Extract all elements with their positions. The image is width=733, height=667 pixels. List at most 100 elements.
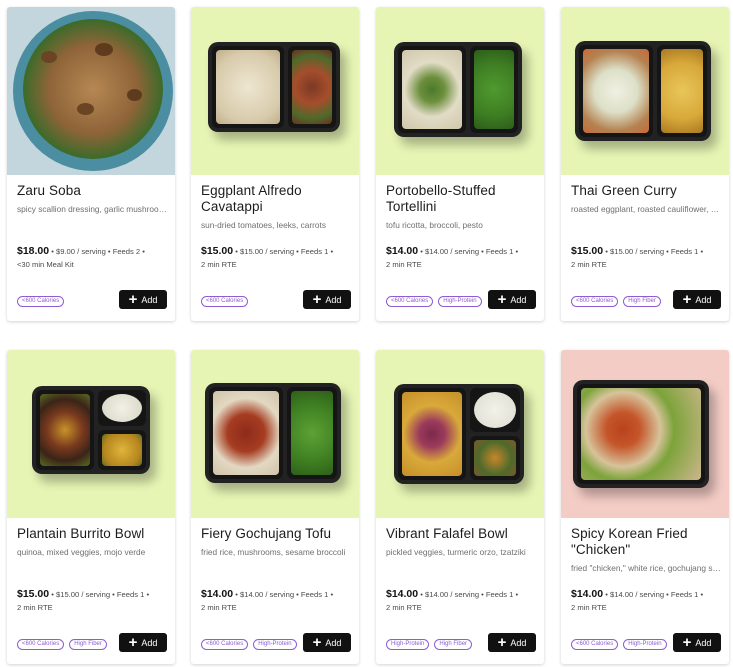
serving-info: • $14.00 / serving • Feeds 1 •: [233, 590, 334, 599]
tag-list: <600 Calories: [201, 296, 249, 307]
price-info: $14.00 • $14.00 / serving • Feeds 1 • 2 …: [571, 588, 721, 614]
meal-card[interactable]: Portobello-Stuffed Tortellini tofu ricot…: [376, 7, 544, 321]
tag-badge: <600 Calories: [201, 639, 249, 650]
price-info: $15.00 • $15.00 / serving • Feeds 1 • 2 …: [201, 245, 351, 271]
serving-info: • $15.00 / serving • Feeds 1 •: [603, 247, 704, 256]
add-button[interactable]: + Add: [488, 633, 536, 652]
meal-image[interactable]: [191, 350, 359, 518]
price-info: $14.00 • $14.00 / serving • Feeds 1 • 2 …: [201, 588, 351, 614]
add-label: Add: [510, 637, 527, 648]
add-label: Add: [141, 294, 158, 305]
add-button[interactable]: + Add: [673, 633, 721, 652]
price-info: $14.00 • $14.00 / serving • Feeds 1 • 2 …: [386, 245, 536, 271]
tag-badge: High Fiber: [623, 296, 661, 307]
meal-description: tofu ricotta, broccoli, pesto: [386, 220, 483, 230]
meal-card[interactable]: Spicy Korean Fried "Chicken" fried "chic…: [561, 350, 729, 664]
meal-card[interactable]: Fiery Gochujang Tofu fried rice, mushroo…: [191, 350, 359, 664]
meal-image[interactable]: [376, 350, 544, 518]
plus-icon: +: [682, 633, 692, 651]
add-label: Add: [325, 637, 342, 648]
tag-badge: High-Protein: [623, 639, 667, 650]
meal-card[interactable]: Thai Green Curry roasted eggplant, roast…: [561, 7, 729, 321]
price: $14.00: [386, 588, 419, 600]
add-button[interactable]: + Add: [488, 290, 536, 309]
add-label: Add: [510, 294, 527, 305]
add-button[interactable]: + Add: [303, 633, 351, 652]
plus-icon: +: [128, 290, 138, 308]
price: $14.00: [386, 245, 419, 257]
add-label: Add: [141, 637, 158, 648]
meal-description: fried "chicken," white rice, gochujang s…: [571, 563, 721, 573]
price: $14.00: [571, 588, 604, 600]
plus-icon: +: [128, 633, 138, 651]
serving-info: • $9.00 / serving • Feeds 2 •: [49, 247, 145, 256]
meal-image[interactable]: [7, 7, 175, 175]
meal-card[interactable]: Plantain Burrito Bowl quinoa, mixed vegg…: [7, 350, 175, 664]
meal-title[interactable]: Plantain Burrito Bowl: [17, 526, 167, 542]
tag-badge: High Fiber: [69, 639, 107, 650]
price-info: $15.00 • $15.00 / serving • Feeds 1 • 2 …: [17, 588, 167, 614]
tag-badge: <600 Calories: [17, 296, 65, 307]
tag-badge: <600 Calories: [201, 296, 249, 307]
add-button[interactable]: + Add: [303, 290, 351, 309]
meal-image[interactable]: [191, 7, 359, 175]
tag-badge: <600 Calories: [17, 639, 65, 650]
plus-icon: +: [682, 290, 692, 308]
tag-badge: <600 Calories: [571, 296, 619, 307]
serving-info: • $15.00 / serving • Feeds 1 •: [233, 247, 334, 256]
meal-title[interactable]: Fiery Gochujang Tofu: [201, 526, 351, 542]
serving-info: • $15.00 / serving • Feeds 1 •: [49, 590, 150, 599]
prep-info: 2 min RTE: [571, 603, 607, 612]
meal-image[interactable]: [376, 7, 544, 175]
add-button[interactable]: + Add: [119, 290, 167, 309]
meal-description: roasted eggplant, roasted cauliflower, g…: [571, 204, 721, 214]
meal-card[interactable]: Zaru Soba spicy scallion dressing, garli…: [7, 7, 175, 321]
price-info: $14.00 • $14.00 / serving • Feeds 1 • 2 …: [386, 588, 536, 614]
meal-description: spicy scallion dressing, garlic mushroom…: [17, 204, 167, 214]
plus-icon: +: [312, 290, 322, 308]
meal-image[interactable]: [7, 350, 175, 518]
prep-info: 2 min RTE: [386, 260, 422, 269]
add-button[interactable]: + Add: [673, 290, 721, 309]
meal-image[interactable]: [561, 7, 729, 175]
price: $15.00: [17, 588, 50, 600]
meal-title[interactable]: Zaru Soba: [17, 183, 167, 199]
prep-info: 2 min RTE: [571, 260, 607, 269]
meal-title[interactable]: Eggplant Alfredo Cavatappi: [201, 183, 351, 215]
prep-info: 2 min RTE: [386, 603, 422, 612]
tag-badge: High-Protein: [438, 296, 482, 307]
prep-info: <30 min Meal Kit: [17, 260, 74, 269]
plus-icon: +: [497, 290, 507, 308]
prep-info: 2 min RTE: [201, 260, 237, 269]
tag-badge: <600 Calories: [386, 296, 434, 307]
meal-title[interactable]: Spicy Korean Fried "Chicken": [571, 526, 721, 558]
prep-info: 2 min RTE: [201, 603, 237, 612]
add-button[interactable]: + Add: [119, 633, 167, 652]
meal-image[interactable]: [561, 350, 729, 518]
tag-list: <600 Calories High-Protein: [386, 296, 482, 307]
meal-title[interactable]: Portobello-Stuffed Tortellini: [386, 183, 536, 215]
add-label: Add: [325, 294, 342, 305]
price: $14.00: [201, 588, 234, 600]
meal-title[interactable]: Thai Green Curry: [571, 183, 721, 199]
meal-title[interactable]: Vibrant Falafel Bowl: [386, 526, 536, 542]
price-info: $15.00 • $15.00 / serving • Feeds 1 • 2 …: [571, 245, 721, 271]
tag-badge: <600 Calories: [571, 639, 619, 650]
meal-description: quinoa, mixed veggies, mojo verde: [17, 547, 146, 557]
tag-list: <600 Calories High-Protein: [571, 639, 667, 650]
tag-list: <600 Calories: [17, 296, 65, 307]
tag-list: <600 Calories High Fiber: [571, 296, 661, 307]
tag-list: <600 Calories High Fiber: [17, 639, 107, 650]
serving-info: • $14.00 / serving • Feeds 1 •: [603, 590, 704, 599]
add-label: Add: [695, 637, 712, 648]
tag-badge: High-Protein: [386, 639, 430, 650]
meal-description: pickled veggies, turmeric orzo, tzatziki: [386, 547, 526, 557]
meal-card[interactable]: Vibrant Falafel Bowl pickled veggies, tu…: [376, 350, 544, 664]
price-info: $18.00 • $9.00 / serving • Feeds 2 • <30…: [17, 245, 167, 271]
meal-description: sun-dried tomatoes, leeks, carrots: [201, 220, 326, 230]
meal-card[interactable]: Eggplant Alfredo Cavatappi sun-dried tom…: [191, 7, 359, 321]
serving-info: • $14.00 / serving • Feeds 1 •: [418, 590, 519, 599]
tag-badge: High Fiber: [434, 639, 473, 650]
tag-list: <600 Calories High-Protein: [201, 639, 297, 650]
serving-info: • $14.00 / serving • Feeds 1 •: [418, 247, 519, 256]
